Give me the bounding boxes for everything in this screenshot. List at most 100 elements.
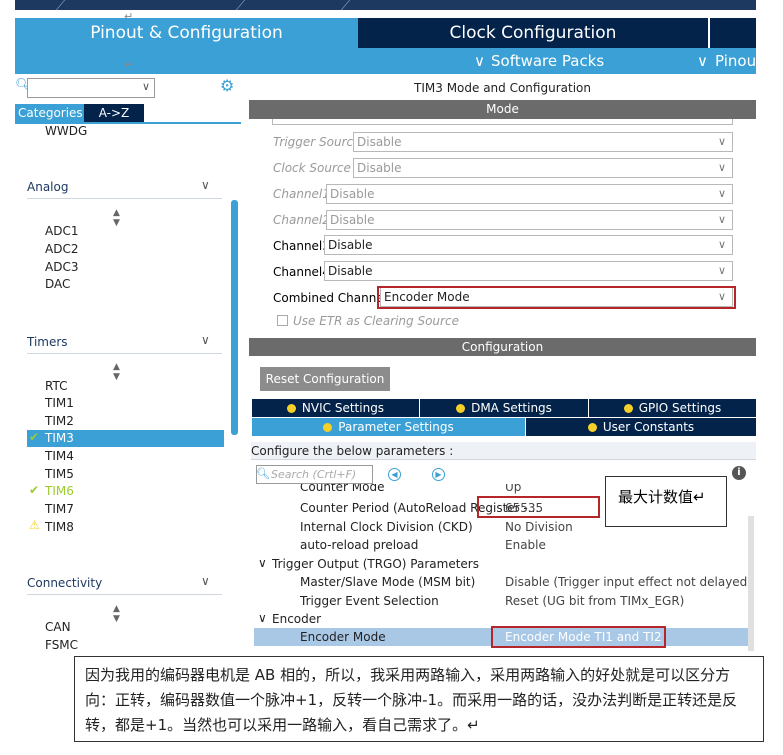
configuration-header: Configuration [249, 338, 756, 356]
list-item-tim4[interactable]: TIM4 [45, 449, 74, 463]
annotation-callout: 最大计数值↵ [605, 476, 727, 527]
left-scrollbar[interactable] [231, 200, 238, 435]
category-connectivity[interactable]: Connectivity [27, 576, 102, 590]
status-dot-icon [286, 403, 296, 413]
channel2-label: Channel2 [273, 213, 330, 227]
main-tabs: Pinout & Configuration Clock Configurati… [15, 18, 756, 48]
reset-configuration-button[interactable]: Reset Configuration [260, 367, 390, 391]
trigger-source-label: Trigger Source [273, 135, 361, 149]
check-icon: ✔ [29, 430, 40, 444]
list-item-tim1[interactable]: TIM1 [45, 396, 74, 410]
chevron-down-icon: ∨ [697, 52, 708, 70]
auto-reload-value[interactable]: Enable [505, 538, 546, 552]
highlight-box [377, 286, 736, 309]
left-tabs: Categories A->Z [15, 104, 241, 122]
chevron-down-icon[interactable]: ∨ [258, 611, 267, 625]
param-scrollbar[interactable] [748, 516, 754, 651]
tab-categories[interactable]: Categories [15, 104, 84, 122]
category-analog[interactable]: Analog [27, 180, 68, 194]
sort-icon[interactable]: ▲ ▼ [113, 604, 120, 624]
title-strip [15, 0, 756, 10]
list-item-can[interactable]: CAN [45, 620, 71, 634]
tab-a-z[interactable]: A->Z [84, 104, 144, 122]
chevron-down-icon: ∨ [141, 80, 150, 93]
list-item-tim3[interactable]: TIM3 [45, 431, 74, 445]
check-icon: ✔ [29, 483, 40, 497]
divider [27, 594, 222, 595]
trgo-group-label[interactable]: Trigger Output (TRGO) Parameters [272, 557, 479, 571]
gear-icon[interactable]: ⚙ [220, 76, 234, 95]
clock-source-label: Clock Source [273, 161, 351, 175]
list-item-tim2[interactable]: TIM2 [45, 414, 74, 428]
trigger-event-value[interactable]: Reset (UG bit from TIMx_EGR) [505, 594, 684, 608]
clock-source-select[interactable]: Disable ∨ [353, 158, 733, 178]
channel3-select[interactable]: Disable ∨ [324, 235, 733, 255]
channel2-select[interactable]: Disable ∨ [326, 210, 733, 230]
scroll-remnant [272, 119, 733, 125]
list-item-tim5[interactable]: TIM5 [45, 467, 74, 481]
chevron-down-icon[interactable]: ∨ [201, 574, 210, 588]
trigger-source-select[interactable]: Disable ∨ [353, 132, 733, 152]
chevron-down-icon[interactable]: ∨ [201, 333, 210, 347]
info-icon[interactable]: i [732, 466, 746, 480]
tab-clock-configuration[interactable]: Clock Configuration [358, 18, 708, 48]
category-list: WWDG Analog ∨ ▲ ▼ ADC1 ADC2 ADC3 DAC Time… [15, 124, 241, 655]
tab-gpio-settings[interactable]: GPIO Settings [589, 399, 756, 417]
category-timers[interactable]: Timers [27, 335, 68, 349]
encoder-group-label[interactable]: Encoder [272, 612, 321, 626]
encoder-mode-label: Encoder Mode [300, 630, 386, 644]
tab-overflow[interactable] [710, 18, 756, 48]
configure-label: Configure the below parameters : [251, 442, 756, 460]
channel4-label: Channel4 [273, 265, 330, 279]
list-item-tim6[interactable]: TIM6 [45, 484, 74, 498]
clock-division-label: Internal Clock Division (CKD) [300, 520, 473, 534]
settings-tabs-row1: NVIC Settings DMA Settings GPIO Settings [252, 399, 756, 417]
list-item-adc3[interactable]: ADC3 [45, 260, 78, 274]
search-input[interactable]: ∨ [27, 78, 155, 98]
pinout-menu[interactable]: Pinou [715, 52, 756, 70]
list-item-adc1[interactable]: ADC1 [45, 224, 78, 238]
list-item-tim8[interactable]: TIM8 [45, 520, 74, 534]
list-item-fsmc[interactable]: FSMC [45, 638, 78, 652]
chevron-down-icon: ∨ [717, 238, 726, 251]
chevron-down-icon[interactable]: ∨ [201, 178, 210, 192]
next-icon[interactable]: ▶ [432, 468, 445, 481]
list-item-adc2[interactable]: ADC2 [45, 242, 78, 256]
counter-mode-value[interactable]: Up [505, 484, 521, 494]
paragraph-mark: ↵ [124, 58, 134, 71]
chevron-down-icon[interactable]: ∨ [258, 556, 267, 570]
trigger-event-label: Trigger Event Selection [300, 594, 439, 608]
msm-value[interactable]: Disable (Trigger input effect not delaye… [505, 575, 752, 589]
channel4-select[interactable]: Disable ∨ [324, 261, 733, 281]
software-packs-menu[interactable]: Software Packs [491, 52, 604, 70]
highlight-box [477, 496, 600, 518]
tab-nvic-settings[interactable]: NVIC Settings [252, 399, 420, 417]
list-item-wwdg[interactable]: WWDG [45, 124, 87, 138]
tab-parameter-settings[interactable]: Parameter Settings [252, 418, 526, 436]
tab-dma-settings[interactable]: DMA Settings [420, 399, 589, 417]
status-dot-icon [587, 422, 597, 432]
tab-user-constants[interactable]: User Constants [526, 418, 756, 436]
parameter-search-input[interactable]: Search (Crtl+F) [256, 465, 373, 484]
tab-pinout-configuration[interactable]: Pinout & Configuration [15, 18, 358, 48]
list-item-rtc[interactable]: RTC [45, 379, 67, 393]
previous-icon[interactable]: ◀ [388, 468, 401, 481]
channel3-label: Channel3 [273, 239, 330, 253]
counter-mode-label: Counter Mode [300, 484, 385, 494]
list-item-tim7[interactable]: TIM7 [45, 502, 74, 516]
clock-division-value[interactable]: No Division [505, 520, 573, 534]
auto-reload-label: auto-reload preload [300, 538, 419, 552]
chevron-down-icon: ∨ [717, 213, 726, 226]
sort-icon[interactable]: ▲ ▼ [113, 208, 120, 228]
left-search-row: 🔍︎ ∨ ⚙ [15, 76, 241, 100]
chevron-down-icon: ∨ [717, 264, 726, 277]
channel1-select[interactable]: Disable ∨ [326, 184, 733, 204]
sort-icon[interactable]: ▲ ▼ [113, 362, 120, 382]
list-item-dac[interactable]: DAC [45, 277, 70, 291]
chevron-down-icon: ∨ [717, 161, 726, 174]
status-dot-icon [323, 422, 333, 432]
etr-checkbox[interactable] [277, 315, 288, 326]
page-title: TIM3 Mode and Configuration [414, 81, 591, 95]
etr-label: Use ETR as Clearing Source [293, 314, 459, 328]
mode-header: Mode [249, 100, 756, 119]
